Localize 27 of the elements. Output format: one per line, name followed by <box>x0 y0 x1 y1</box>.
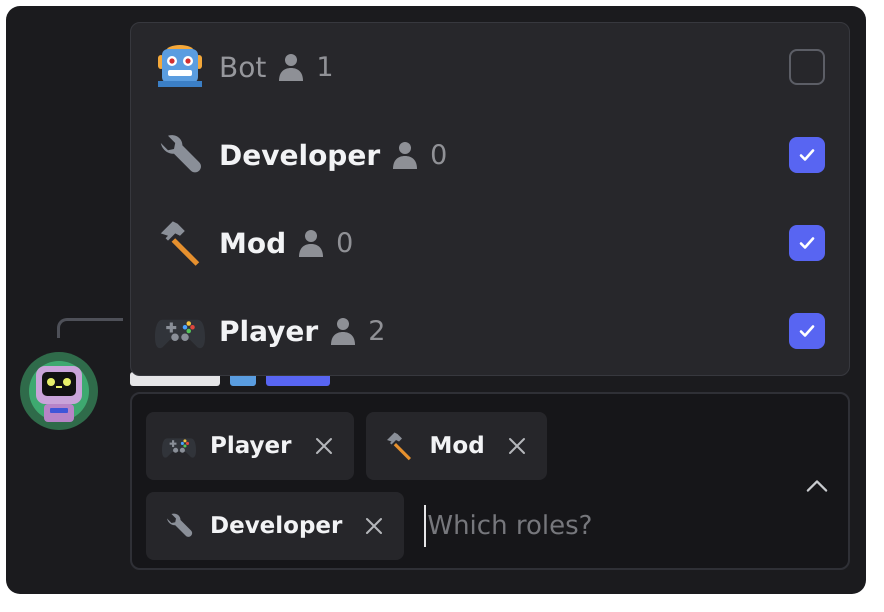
close-icon[interactable] <box>314 436 334 456</box>
role-option[interactable]: Player 2 <box>155 287 825 375</box>
checkbox[interactable] <box>789 225 825 261</box>
close-icon[interactable] <box>364 516 384 536</box>
reply-connector <box>57 318 123 338</box>
role-search-input[interactable]: Which roles? <box>426 511 668 541</box>
role-option[interactable]: Bot 1 <box>155 23 825 111</box>
checkbox[interactable] <box>789 49 825 85</box>
text-caret <box>424 505 426 547</box>
role-chip-label: Mod <box>430 433 485 459</box>
role-name: Bot <box>219 50 266 84</box>
member-count: 0 <box>430 140 448 170</box>
role-chip-label: Player <box>210 433 292 459</box>
chevron-up-icon[interactable] <box>806 479 828 493</box>
close-icon[interactable] <box>506 436 527 456</box>
role-name: Mod <box>219 226 286 260</box>
checkbox[interactable] <box>789 137 825 173</box>
role-select-field[interactable]: Player Mod Developer Which roles? <box>130 392 850 570</box>
member-count: 2 <box>368 316 386 346</box>
member-count: 1 <box>316 52 334 82</box>
role-name: Player <box>219 314 318 348</box>
role-chip-label: Developer <box>210 513 342 539</box>
member-count: 0 <box>336 228 354 258</box>
role-name: Developer <box>219 138 380 172</box>
checkbox[interactable] <box>789 313 825 349</box>
role-option[interactable]: Mod 0 <box>155 199 825 287</box>
role-option[interactable]: Developer 0 <box>155 111 825 199</box>
